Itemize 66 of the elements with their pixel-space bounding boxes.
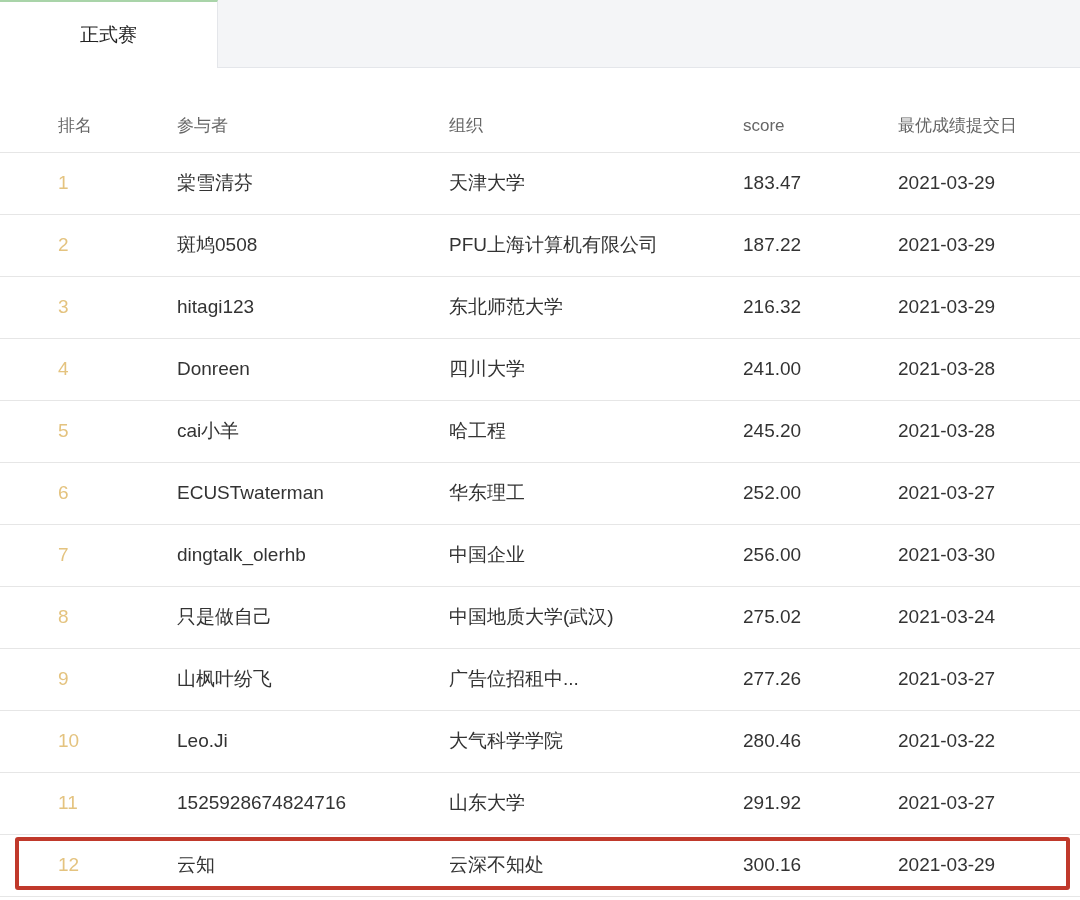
- table-cell-text: Leo.Ji: [177, 729, 228, 754]
- table-cell-text: 斑鸠0508: [177, 233, 258, 258]
- rank-number: 1: [58, 171, 69, 196]
- table-cell-text: 广告位招租中...: [449, 667, 579, 692]
- table-cell-text: 2021-03-22: [898, 729, 996, 754]
- rank-number: 3: [58, 295, 69, 320]
- table-cell-text: 云深不知处: [449, 853, 544, 878]
- table-cell-text: PFU上海计算机有限公司: [449, 233, 658, 258]
- rank-number: 4: [58, 357, 69, 382]
- table-cell-text: 275.02: [743, 605, 802, 630]
- table-cell-text: hitagi123: [177, 295, 255, 320]
- table-cell-text: 只是做自己: [177, 605, 272, 630]
- table-cell-text: dingtalk_olerhb: [177, 543, 306, 568]
- table-cell-text: 216.32: [743, 295, 802, 320]
- column-header: 最优成绩提交日: [898, 115, 1018, 138]
- rank-number: 11: [58, 791, 78, 816]
- tab[interactable]: 正式赛: [0, 0, 218, 68]
- column-header: 排名: [58, 115, 93, 138]
- table-cell-text: 2021-03-24: [898, 605, 996, 630]
- table-cell-text: 2021-03-28: [898, 419, 996, 444]
- table-cell-text: 中国企业: [449, 543, 525, 568]
- table-cell-text: 东北师范大学: [449, 295, 563, 320]
- rank-number: 9: [58, 667, 69, 692]
- table-cell-text: 哈工程: [449, 419, 506, 444]
- table-cell-text: 山枫叶纷飞: [177, 667, 272, 692]
- table-cell-text: 四川大学: [449, 357, 525, 382]
- table-cell-text: cai小羊: [177, 419, 240, 444]
- table-cell-text: 1525928674824716: [177, 791, 347, 816]
- table-cell-text: 256.00: [743, 543, 802, 568]
- table-cell-text: 2021-03-29: [898, 853, 996, 878]
- column-header: 组织: [449, 115, 484, 138]
- table-cell-text: 棠雪清芬: [177, 171, 253, 196]
- table-cell-text: 291.92: [743, 791, 802, 816]
- table-cell-text: 245.20: [743, 419, 802, 444]
- rank-number: 5: [58, 419, 69, 444]
- column-header: 参与者: [177, 115, 229, 138]
- table-cell-text: Donreen: [177, 357, 250, 382]
- table-cell-text: 277.26: [743, 667, 802, 692]
- table-cell-text: 2021-03-29: [898, 171, 996, 196]
- table-cell-text: 2021-03-27: [898, 667, 996, 692]
- table-cell-text: 183.47: [743, 171, 802, 196]
- table-cell-text: 187.22: [743, 233, 802, 258]
- table-cell-text: 中国地质大学(武汉): [449, 605, 614, 630]
- table-cell-text: 2021-03-30: [898, 543, 996, 568]
- table-cell-text: 2021-03-28: [898, 357, 996, 382]
- rank-number: 8: [58, 605, 69, 630]
- table-cell-text: 2021-03-27: [898, 791, 996, 816]
- column-header: score: [743, 115, 786, 138]
- table-cell-text: 华东理工: [449, 481, 525, 506]
- table-cell-text: 大气科学学院: [449, 729, 563, 754]
- rank-number: 12: [58, 853, 80, 878]
- table-cell-text: 天津大学: [449, 171, 525, 196]
- table-cell-text: 2021-03-29: [898, 233, 996, 258]
- rank-number: 7: [58, 543, 69, 568]
- table-cell-text: 2021-03-29: [898, 295, 996, 320]
- table-cell-text: 300.16: [743, 853, 802, 878]
- rank-number: 6: [58, 481, 69, 506]
- table-cell-text: 云知: [177, 853, 215, 878]
- table-cell-text: 241.00: [743, 357, 802, 382]
- rank-number: 10: [58, 729, 80, 754]
- table-cell-text: 252.00: [743, 481, 802, 506]
- table-cell-text: 山东大学: [449, 791, 525, 816]
- rank-number: 2: [58, 233, 69, 258]
- table-cell-text: ECUSTwaterman: [177, 481, 324, 506]
- table-cell-text: 2021-03-27: [898, 481, 996, 506]
- table-cell-text: 280.46: [743, 729, 802, 754]
